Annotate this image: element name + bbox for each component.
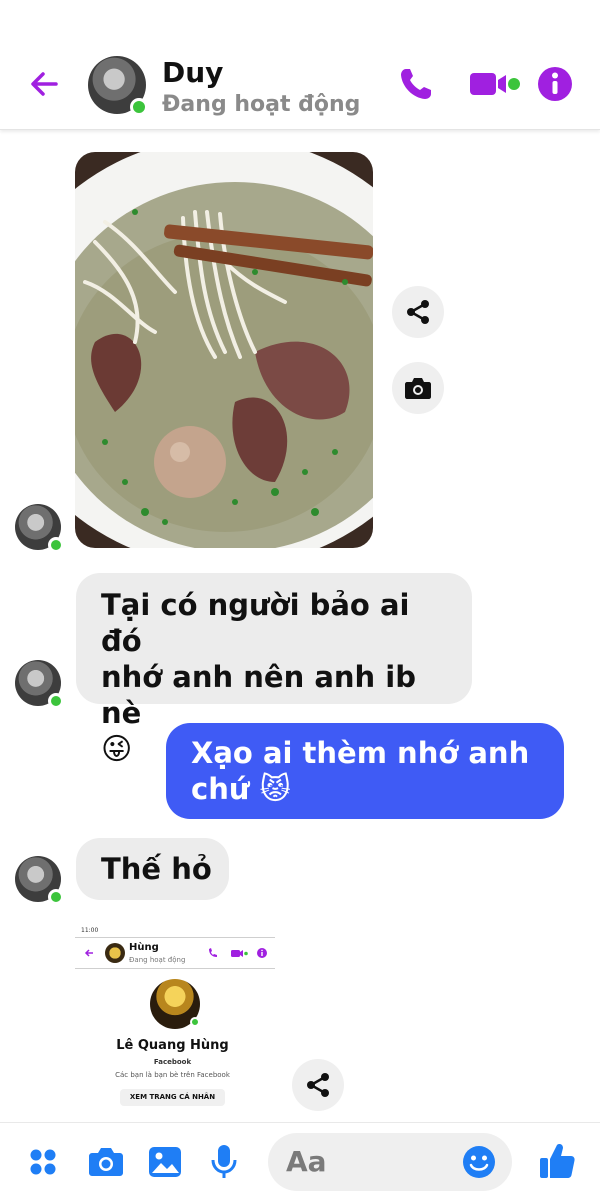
winking-tongue-emoji: 😜 [101,732,133,767]
info-icon[interactable] [536,64,574,104]
shared-photo-noodle-soup[interactable] [75,152,373,548]
online-indicator [48,889,64,905]
screenshot-time: 11:00 [81,927,99,934]
camera-save-button[interactable] [392,362,444,414]
message-text: Xạo ai thèm nhớ anh [191,736,530,770]
screenshot-profile-name: Lê Quang Hùng [116,1038,229,1053]
screenshot-profile-avatar [150,979,200,1029]
back-arrow-icon [84,949,93,957]
menu-grid-icon[interactable] [28,1143,58,1181]
online-indicator [48,693,64,709]
message-bubble-incoming[interactable]: Tại có người bảo ai đó nhớ anh nên anh i… [76,573,472,767]
share-button[interactable] [392,286,444,338]
message-text: Tại có người bảo ai đó [101,588,410,658]
online-indicator [48,537,64,553]
emoji-icon[interactable] [462,1145,496,1179]
phone-icon[interactable] [398,64,434,104]
pouting-cat-emoji: 😾 [259,772,291,807]
message-text: Thế hỏ [101,852,212,886]
message-input-placeholder: Aa [286,1145,327,1178]
contact-avatar-small[interactable] [15,856,64,905]
gallery-icon[interactable] [148,1143,182,1181]
online-indicator [130,98,148,116]
screenshot-subtitle: Các bạn là bạn bè trên Facebook [115,1071,230,1079]
screenshot-name: Hùng [129,942,159,953]
message-bubble-outgoing[interactable]: Xạo ai thèm nhớ anh chứ 😾 [166,723,564,819]
message-input[interactable]: Aa [268,1133,512,1191]
divider [75,937,275,938]
shared-screenshot-profile[interactable]: 11:00 Hùng Đang hoạt động Lê Quang Hùng … [75,925,275,1120]
screenshot-call-icons [209,948,267,958]
screenshot-avatar [105,943,125,963]
contact-status: Đang hoạt động [162,92,361,117]
message-text: chứ [191,772,250,806]
like-icon[interactable] [538,1141,576,1181]
microphone-icon[interactable] [210,1143,238,1181]
composer-bar: Aa [0,1122,600,1200]
share-button[interactable] [292,1059,344,1111]
screenshot-network: Facebook [153,1058,192,1066]
chat-header: Duy Đang hoạt động [0,0,600,130]
contact-avatar[interactable] [88,56,148,116]
online-indicator [190,1017,200,1027]
contact-avatar-small[interactable] [15,660,64,709]
video-icon[interactable] [468,64,524,104]
camera-icon [405,378,431,399]
camera-icon[interactable] [88,1143,124,1181]
back-arrow-icon[interactable] [24,64,64,104]
contact-name[interactable]: Duy [162,56,223,89]
contact-avatar-small[interactable] [15,504,64,553]
message-bubble-incoming[interactable]: Thế hỏ [76,838,229,900]
share-icon [307,1073,329,1097]
message-text: nhớ anh nên anh ib nè [101,660,416,730]
screenshot-status: Đang hoạt động [129,956,186,964]
screenshot-view-profile: XEM TRANG CÁ NHÂN [120,1089,225,1106]
share-icon [407,300,429,324]
divider [75,968,275,969]
